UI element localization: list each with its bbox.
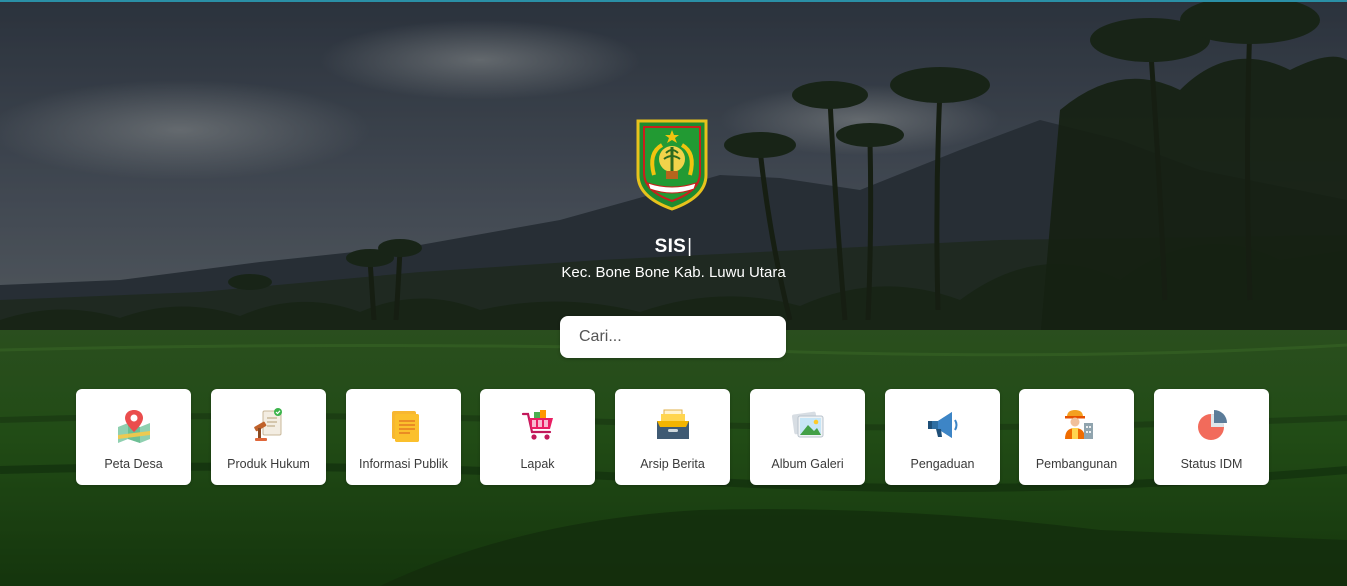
map-pin-icon — [118, 410, 150, 443]
menu-tile-album-galeri[interactable]: Album Galeri — [750, 389, 865, 485]
menu-tile-label: Peta Desa — [104, 457, 163, 471]
quick-menu: Peta Desa Produk Hukum Informasi Publik — [76, 389, 1270, 485]
background-overlay — [0, 0, 1347, 586]
hero-background — [0, 0, 1347, 586]
regency-emblem-icon — [636, 119, 708, 211]
search-box — [560, 316, 786, 358]
menu-tile-pengaduan[interactable]: Pengaduan — [885, 389, 1000, 485]
search-input[interactable] — [560, 316, 786, 358]
menu-tile-lapak[interactable]: Lapak — [480, 389, 595, 485]
top-accent-line — [0, 0, 1347, 2]
menu-tile-arsip-berita[interactable]: Arsip Berita — [615, 389, 730, 485]
menu-tile-status-idm[interactable]: Status IDM — [1154, 389, 1269, 485]
document-icon — [392, 411, 419, 442]
typing-cursor: | — [687, 236, 693, 257]
construction-worker-icon — [1065, 410, 1093, 439]
menu-tile-label: Lapak — [520, 457, 555, 471]
menu-tile-label: Informasi Publik — [359, 457, 448, 471]
menu-tile-pembangunan[interactable]: Pembangunan — [1019, 389, 1134, 485]
menu-tile-peta-desa[interactable]: Peta Desa — [76, 389, 191, 485]
menu-tile-label: Pembangunan — [1035, 457, 1118, 471]
menu-tile-produk-hukum[interactable]: Produk Hukum — [211, 389, 326, 485]
photo-gallery-icon — [791, 411, 824, 438]
site-title: SIS| — [0, 236, 1347, 258]
pie-chart-icon — [1198, 410, 1227, 440]
menu-tile-label: Arsip Berita — [640, 457, 705, 471]
menu-tile-label: Status IDM — [1180, 457, 1243, 471]
archive-drawer-icon — [657, 409, 689, 439]
menu-tile-informasi-publik[interactable]: Informasi Publik — [346, 389, 461, 485]
menu-tile-label: Album Galeri — [771, 457, 844, 471]
shopping-cart-icon — [521, 410, 553, 440]
menu-tile-label: Produk Hukum — [227, 457, 310, 471]
site-subtitle: Kec. Bone Bone Kab. Luwu Utara — [561, 264, 786, 281]
menu-tile-label: Pengaduan — [910, 457, 975, 471]
gavel-document-icon — [254, 408, 282, 441]
megaphone-icon — [928, 412, 958, 438]
site-title-text: SIS — [654, 236, 687, 257]
